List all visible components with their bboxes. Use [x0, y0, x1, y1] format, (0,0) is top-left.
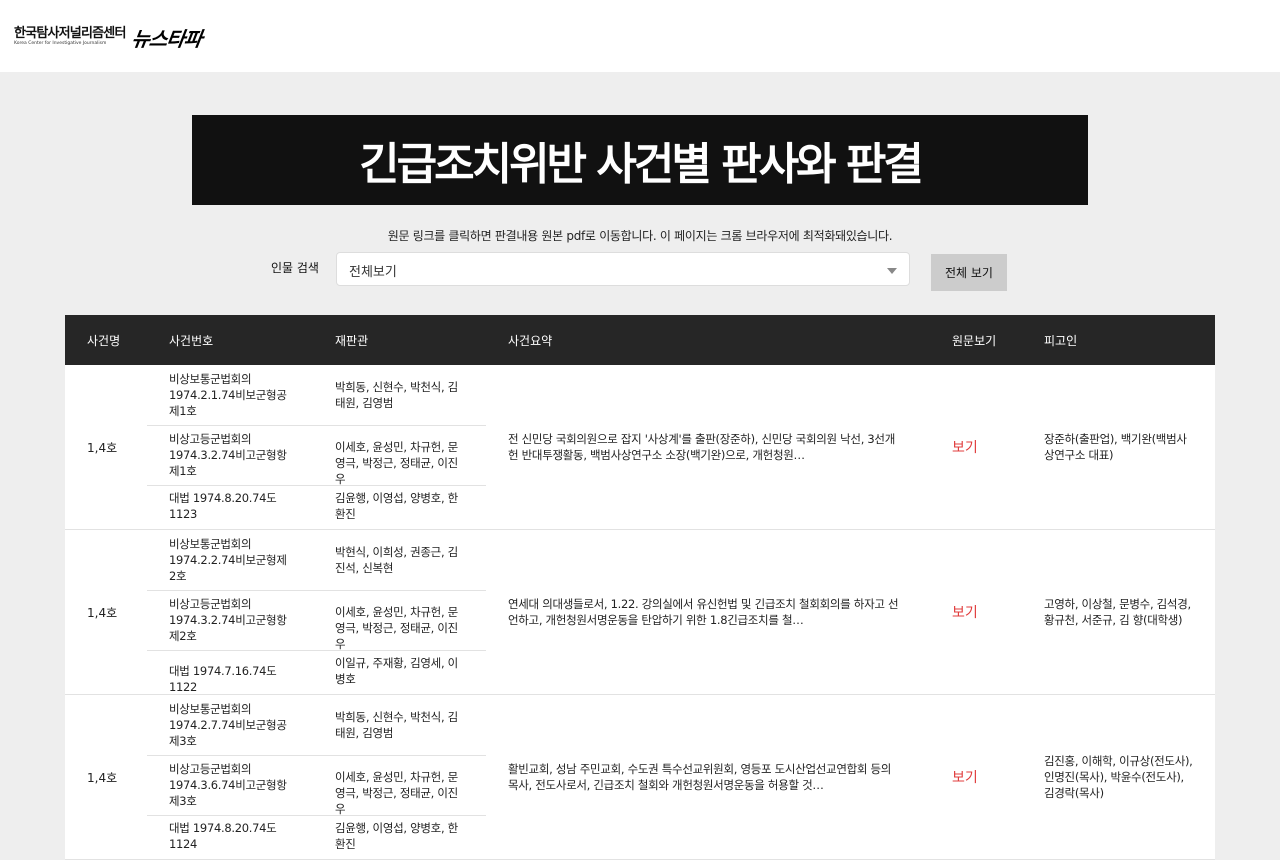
sub-case: 비상보통군법회의 1974.2.1.74비보군형공제1호 박희동, 신현수, 박…: [147, 365, 486, 426]
sub-case: 비상고등군법회의 1974.3.2.74비고군형항제1호 이세호, 윤성민, 차…: [147, 426, 486, 486]
show-all-button[interactable]: 전체 보기: [931, 254, 1007, 291]
top-bar: 한국탐사저널리즘센터 Korea Center for Investigativ…: [0, 0, 1280, 72]
sub-case: 대법 1974.8.20.74도1124 김윤행, 이영섭, 양병호, 한환진: [147, 816, 486, 859]
sub-case: 비상보통군법회의 1974.2.2.74비보군형제2호 박현식, 이희성, 권종…: [147, 530, 486, 591]
case-number: 비상보통군법회의 1974.2.1.74비보군형공제1호: [169, 372, 287, 418]
judges: 김윤행, 이영섭, 양병호, 한환진: [335, 491, 458, 521]
case-number: 비상보통군법회의 1974.2.7.74비보군형공제3호: [169, 702, 287, 748]
case-summary: 연세대 의대생들로서, 1.22. 강의실에서 유신헌법 및 긴급조치 철회회의…: [508, 597, 899, 627]
case-name: 1,4호: [87, 605, 118, 620]
judges: 박현식, 이희성, 권종근, 김진석, 신복현: [335, 545, 458, 575]
case-number: 비상고등군법회의 1974.3.2.74비고군형항제1호: [169, 432, 287, 478]
logo-korean: 한국탐사저널리즘센터: [14, 26, 126, 42]
judges: 이세호, 윤성민, 차규헌, 문영극, 박정근, 정태균, 이진우: [335, 605, 458, 651]
view-original-link[interactable]: 보기: [952, 695, 978, 859]
sub-case: 비상고등군법회의 1974.3.6.74비고군형항제3호 이세호, 윤성민, 차…: [147, 756, 486, 816]
table-header: 사건명 사건번호 재판관 사건요약 원문보기 피고인: [65, 315, 1215, 365]
defendants: 김진홍, 이해학, 이규상(전도사), 인명진(목사), 박윤수(전도사), 김…: [1044, 754, 1193, 800]
judges: 이일규, 주재황, 김영세, 이병호: [335, 656, 458, 686]
logo-english: Korea Center for Investigative Journalis…: [14, 41, 107, 47]
case-number: 비상보통군법회의 1974.2.2.74비보군형제2호: [169, 537, 287, 583]
case-number: 비상고등군법회의 1974.3.2.74비고군형항제2호: [169, 597, 287, 643]
case-summary: 활빈교회, 성남 주민교회, 수도권 특수선교위원회, 영등포 도시산업선교연합…: [508, 762, 892, 792]
notice-text: 원문 링크를 클릭하면 판결내용 원본 pdf로 이동합니다. 이 페이지는 크…: [387, 229, 893, 243]
judges: 박희동, 신현수, 박천식, 김태원, 김영범: [335, 380, 458, 410]
judges: 이세호, 윤성민, 차규헌, 문영극, 박정근, 정태균, 이진우: [335, 770, 458, 816]
sub-case: 대법 1974.7.16.74도1122 이일규, 주재황, 김영세, 이병호: [147, 651, 486, 694]
case-name: 1,4호: [87, 770, 118, 785]
cases-table: 사건명 사건번호 재판관 사건요약 원문보기 피고인 1,4호 비상보통군법회의…: [65, 315, 1215, 860]
header-case-number: 사건번호: [169, 334, 214, 348]
logo-mark: 뉴스타파: [129, 26, 203, 51]
sub-case: 비상보통군법회의 1974.2.7.74비보군형공제3호 박희동, 신현수, 박…: [147, 695, 486, 756]
header-view-original: 원문보기: [952, 334, 997, 348]
judges: 이세호, 윤성민, 차규헌, 문영극, 박정근, 정태균, 이진우: [335, 440, 458, 486]
caret-down-icon: [887, 268, 897, 274]
logo-text: 한국탐사저널리즘센터 Korea Center for Investigativ…: [14, 27, 126, 47]
title-banner: 긴급조치위반 사건별 판사와 판결: [192, 115, 1088, 205]
sub-case: 대법 1974.8.20.74도1123 김윤행, 이영섭, 양병호, 한환진: [147, 486, 486, 529]
case-number: 비상고등군법회의 1974.3.6.74비고군형항제3호: [169, 762, 287, 808]
case-summary: 전 신민당 국회의원으로 잡지 '사상계'를 출판(장준하), 신민당 국회의원…: [508, 432, 895, 462]
judges: 박희동, 신현수, 박천식, 김태원, 김영범: [335, 710, 458, 740]
table-row: 1,4호 비상보통군법회의 1974.2.1.74비보군형공제1호 박희동, 신…: [65, 365, 1215, 530]
header-defendants: 피고인: [1044, 334, 1078, 348]
header-judges: 재판관: [335, 334, 369, 348]
view-original-link[interactable]: 보기: [952, 530, 978, 694]
person-search-select[interactable]: 전체보기: [336, 252, 910, 286]
newstapa-logo[interactable]: 한국탐사저널리즘센터 Korea Center for Investigativ…: [14, 22, 203, 52]
sub-case: 비상고등군법회의 1974.3.2.74비고군형항제2호 이세호, 윤성민, 차…: [147, 591, 486, 651]
case-number: 대법 1974.8.20.74도1124: [169, 821, 277, 851]
selected-value: 전체보기: [349, 265, 397, 280]
case-number: 대법 1974.7.16.74도1122: [169, 664, 277, 694]
page-title: 긴급조치위반 사건별 판사와 판결: [359, 139, 924, 190]
table-row: 1,4호 비상보통군법회의 1974.2.2.74비보군형제2호 박현식, 이희…: [65, 530, 1215, 695]
judges: 김윤행, 이영섭, 양병호, 한환진: [335, 821, 458, 851]
case-name: 1,4호: [87, 440, 118, 455]
defendants: 장준하(출판업), 백기완(백범사상연구소 대표): [1044, 432, 1187, 462]
view-original-link[interactable]: 보기: [952, 365, 978, 529]
table-row: 1,4호 비상보통군법회의 1974.2.7.74비보군형공제3호 박희동, 신…: [65, 695, 1215, 860]
defendants: 고영하, 이상철, 문병수, 김석경, 황규천, 서준규, 김 향(대학생): [1044, 597, 1191, 627]
case-number: 대법 1974.8.20.74도1123: [169, 491, 277, 521]
header-case-name: 사건명: [87, 334, 121, 348]
person-search-label: 인물 검색: [271, 261, 319, 275]
header-summary: 사건요약: [508, 334, 553, 348]
